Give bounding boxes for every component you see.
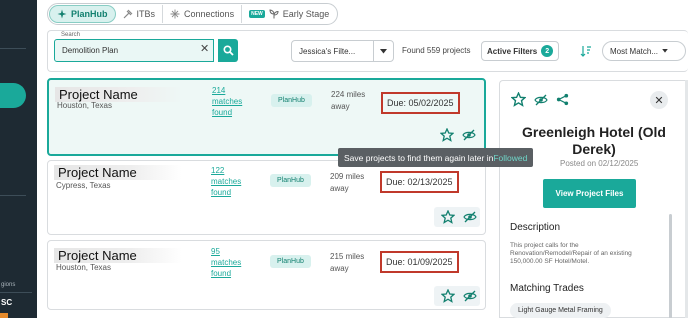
description-text: This project calls for the Renovation/Re… bbox=[510, 242, 632, 265]
project-name: Project Name bbox=[54, 248, 182, 263]
project-matches-link[interactable]: 122 matches found bbox=[211, 165, 251, 198]
sort-value: Most Match... bbox=[610, 46, 659, 56]
sidebar-item-active[interactable] bbox=[0, 83, 26, 108]
star-icon[interactable] bbox=[441, 210, 455, 224]
project-location: Cypress, Texas bbox=[56, 181, 111, 190]
saved-search-value: Jessica's Filte... bbox=[299, 46, 356, 56]
search-icon bbox=[222, 45, 234, 56]
matching-trades-heading: Matching Trades bbox=[510, 283, 584, 294]
eye-off-icon[interactable] bbox=[534, 93, 548, 107]
project-location: Houston, Texas bbox=[56, 263, 111, 272]
project-actions bbox=[440, 128, 476, 142]
star-icon[interactable] bbox=[441, 289, 455, 303]
search-label: Search bbox=[59, 32, 83, 38]
sidebar-label: gions bbox=[1, 282, 16, 288]
eye-off-icon[interactable] bbox=[462, 128, 476, 142]
close-icon[interactable]: ✕ bbox=[200, 44, 209, 55]
main-content: PlanHub ITBs Connections NEW Early Stage… bbox=[37, 0, 688, 318]
hammer-icon bbox=[123, 9, 132, 19]
tooltip: Save projects to find them again later i… bbox=[338, 148, 534, 167]
project-actions bbox=[441, 289, 477, 303]
detail-actions bbox=[511, 92, 569, 107]
project-distance: 224 miles away bbox=[331, 90, 366, 111]
planhub-icon bbox=[57, 9, 67, 19]
tab-label: PlanHub bbox=[71, 9, 108, 19]
sidebar-indicator bbox=[0, 313, 8, 318]
eye-off-icon[interactable] bbox=[463, 289, 477, 303]
project-due-date: Due: 01/09/2025 bbox=[380, 251, 459, 273]
project-card[interactable]: Project Name Houston, Texas 214 matches … bbox=[47, 78, 486, 156]
project-due-date: Due: 05/02/2025 bbox=[381, 92, 460, 114]
source-tabs: PlanHub ITBs Connections NEW Early Stage bbox=[47, 3, 339, 25]
project-distance: 215 miles away bbox=[330, 252, 365, 273]
tab-label: Early Stage bbox=[282, 9, 330, 19]
sidebar-badge: SC bbox=[1, 298, 13, 307]
project-location: Houston, Texas bbox=[57, 101, 112, 110]
project-card[interactable]: Project Name Houston, Texas 95 matches f… bbox=[47, 240, 486, 310]
project-name: Project Name bbox=[55, 87, 183, 102]
description-heading: Description bbox=[510, 222, 561, 233]
new-badge: NEW bbox=[249, 10, 265, 18]
filter-bar: Demolition Plan Search ✕ Jessica's Filte… bbox=[47, 30, 688, 72]
search-button[interactable] bbox=[218, 39, 238, 62]
tab-label: ITBs bbox=[136, 9, 156, 19]
project-detail-panel: ✕ Greenleigh Hotel (Old Derek) Posted on… bbox=[499, 80, 688, 318]
close-icon: ✕ bbox=[654, 94, 664, 107]
active-filters-label: Active Filters bbox=[487, 46, 538, 56]
sidebar-divider bbox=[0, 195, 26, 196]
saved-search-dropdown[interactable]: Jessica's Filte... bbox=[291, 40, 394, 62]
share-icon[interactable] bbox=[556, 93, 569, 106]
sidebar-divider bbox=[0, 48, 26, 49]
project-matches-link[interactable]: 214 matches found bbox=[212, 85, 252, 118]
close-button[interactable]: ✕ bbox=[650, 91, 668, 109]
project-due-date: Due: 02/13/2025 bbox=[380, 171, 459, 193]
search-input[interactable]: Demolition Plan bbox=[54, 39, 214, 62]
tab-label: Connections bbox=[184, 9, 235, 19]
chevron-down-icon bbox=[662, 49, 668, 53]
source-badge: PlanHub bbox=[271, 94, 312, 107]
chevron-down-icon bbox=[373, 41, 393, 61]
tab-planhub[interactable]: PlanHub bbox=[49, 5, 116, 23]
project-actions bbox=[441, 210, 477, 224]
star-icon[interactable] bbox=[511, 92, 526, 107]
results-count: Found 559 projects bbox=[402, 46, 471, 55]
project-card[interactable]: Project Name Cypress, Texas 122 matches … bbox=[47, 160, 486, 235]
tab-connections[interactable]: Connections bbox=[163, 5, 243, 23]
active-filters-count: 2 bbox=[541, 45, 554, 57]
sprout-icon bbox=[269, 9, 279, 19]
sidebar-divider bbox=[0, 292, 32, 293]
tab-itbs[interactable]: ITBs bbox=[116, 5, 164, 23]
star-icon[interactable] bbox=[440, 128, 454, 142]
sort-icon[interactable] bbox=[580, 44, 592, 62]
source-badge: PlanHub bbox=[270, 255, 311, 268]
sort-dropdown[interactable]: Most Match... bbox=[602, 41, 686, 61]
connections-icon bbox=[170, 9, 180, 19]
posted-date: Posted on 02/12/2025 bbox=[560, 159, 639, 168]
eye-off-icon[interactable] bbox=[463, 210, 477, 224]
project-distance: 209 miles away bbox=[330, 172, 365, 193]
active-filters-button[interactable]: Active Filters 2 bbox=[481, 41, 560, 61]
project-matches-link[interactable]: 95 matches found bbox=[211, 246, 251, 279]
tooltip-link[interactable]: Followed bbox=[493, 153, 527, 163]
source-badge: PlanHub bbox=[270, 174, 311, 187]
detail-scrollbar[interactable] bbox=[669, 214, 672, 318]
project-name: Project Name bbox=[54, 165, 182, 180]
app-window: gions SC PlanHub ITBs Connections NEW Ea… bbox=[0, 0, 688, 318]
tab-early-stage[interactable]: NEW Early Stage bbox=[242, 5, 336, 23]
trade-chip: Light Gauge Metal Framing bbox=[510, 303, 611, 318]
sidebar: gions SC bbox=[0, 0, 37, 318]
tooltip-text: Save projects to find them again later i… bbox=[344, 152, 494, 163]
view-project-files-button[interactable]: View Project Files bbox=[543, 179, 636, 208]
